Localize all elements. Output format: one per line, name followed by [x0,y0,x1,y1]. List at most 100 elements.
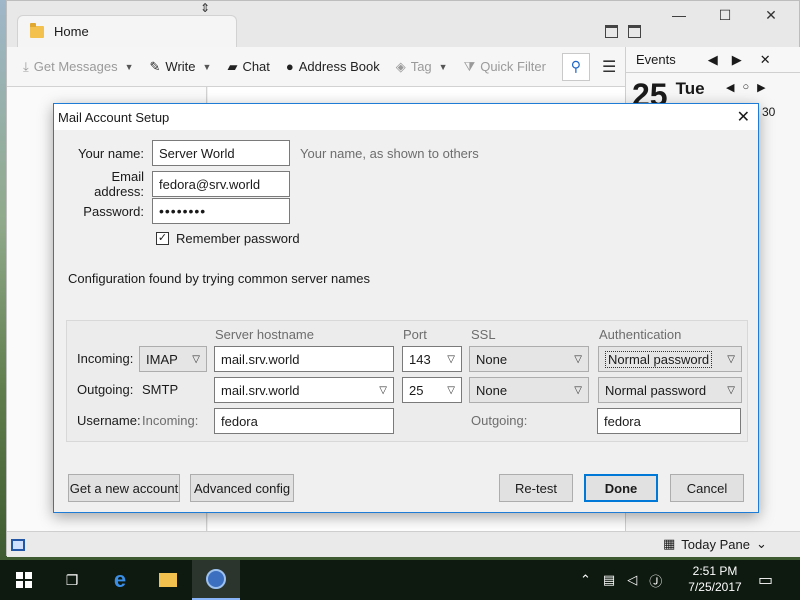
password-label: Password: [83,203,144,219]
folder-icon [30,22,44,38]
tag-label: Tag [410,59,432,74]
chat-button[interactable]: ▰ Chat [219,53,277,81]
incoming-port-value: 143 [409,351,431,367]
close-window-icon[interactable]: ✕ [761,7,781,24]
search-icon[interactable]: ⚲ [561,52,590,81]
arrow-right-icon[interactable]: ▶ [757,81,765,94]
close-icon[interactable]: ✕ [737,107,750,127]
username-label: Username: [77,413,141,428]
input-method-icon[interactable]: Ⓙ [649,571,662,590]
username-outgoing-value: fedora [604,413,641,429]
chevron-down-icon: ▽ [574,353,582,365]
name-field[interactable]: Server World [152,140,290,166]
email-field[interactable]: fedora@srv.world [152,171,290,197]
retest-button[interactable]: Re-test [499,474,573,502]
connection-icon[interactable] [11,538,25,551]
menu-icon[interactable]: ☰ [602,57,616,77]
advanced-config-button[interactable]: Advanced config [190,474,294,502]
name-label: Your name: [77,145,144,161]
edge-button[interactable]: e [96,560,144,600]
volume-icon[interactable]: ◁ [627,572,637,588]
outgoing-auth-value: Normal password [605,382,707,398]
incoming-ssl-value: None [476,351,508,367]
write-label: Write [165,59,196,74]
minimize-icon[interactable]: — [669,7,689,23]
chevron-down-icon: ⌄ [755,536,767,551]
get-new-account-button[interactable]: Get a new account [68,474,180,502]
today-pane-toggle[interactable]: ▦ Today Pane ⌄ [663,536,767,552]
chat-label: Chat [242,59,270,74]
clock-time: 2:51 PM [692,564,738,578]
arrow-left-icon[interactable]: ◀ [726,81,734,94]
quick-filter-label: Quick Filter [480,59,546,74]
tag-button[interactable]: ◈ Tag ▼ [388,53,456,81]
calendar-icon[interactable] [605,25,618,38]
chevron-down-icon[interactable]: ▼ [203,62,212,72]
title-bar: Home ⇕ — ☐ ✕ [7,1,799,47]
events-nav: ◀ ▶ [708,52,742,68]
incoming-protocol-select[interactable]: IMAP ▽ [139,346,207,372]
network-icon[interactable]: ▤ [603,572,615,588]
chevron-up-icon[interactable]: ⌃ [580,572,591,588]
chat-bubble-icon: ▰ [227,58,238,74]
outgoing-port-select[interactable]: 25 ▽ [402,377,462,403]
clock[interactable]: 2:51 PM 7/25/2017 [680,563,750,595]
thunderbird-icon [206,569,226,589]
incoming-auth-select[interactable]: Normal password ▽ [598,346,742,372]
done-button[interactable]: Done [584,474,658,502]
today-pane-label: Today Pane [681,536,750,552]
remember-checkbox[interactable]: ✓ [156,232,169,245]
notification-icon[interactable]: ▭ [758,570,773,590]
incoming-protocol-value: IMAP [146,351,178,367]
write-button[interactable]: ✎ Write ▼ [142,53,220,81]
outgoing-label: Outgoing: [77,382,134,397]
chevron-down-icon: ▽ [192,353,200,365]
thunderbird-taskbar-button[interactable] [192,560,240,600]
cancel-button[interactable]: Cancel [670,474,744,502]
quick-filter-button[interactable]: ⧩ Quick Filter [456,53,554,81]
col-hostname: Server hostname [215,327,314,342]
chevron-down-icon: ▽ [727,384,735,396]
mini-nav: ◀ ○ ▶ [726,81,766,94]
chevron-down-icon: ▼ [438,61,448,72]
incoming-port-select[interactable]: 143 ▽ [402,346,462,372]
username-outgoing-field[interactable]: fedora [597,408,741,434]
outgoing-auth-select[interactable]: Normal password ▽ [598,377,742,403]
tab-label: Home [54,24,89,39]
remember-label: Remember password [176,231,300,246]
email-row: Email address: fedora@srv.world [64,169,290,199]
username-outgoing-label: Outgoing: [471,413,528,428]
arrow-right-icon[interactable]: ▶ [732,52,742,68]
start-button[interactable] [0,560,48,600]
system-tray: ⌃ ▤ ◁ Ⓙ [580,560,662,600]
chevron-down-icon[interactable]: ▼ [125,62,134,72]
chevron-down-icon: ▽ [447,384,455,396]
chevron-down-icon: ▽ [727,353,735,365]
incoming-label: Incoming: [77,351,134,366]
address-book-label: Address Book [298,59,380,74]
file-explorer-button[interactable] [144,560,192,600]
outgoing-ssl-select[interactable]: None ▽ [469,377,589,403]
maximize-icon[interactable]: ☐ [715,7,735,24]
get-messages-button[interactable]: ⤓ Get Messages ▼ [15,53,142,81]
edge-icon: e [113,567,127,592]
config-message: Configuration found by trying common ser… [68,271,371,286]
circle-icon[interactable]: ○ [742,81,749,94]
close-icon[interactable]: ✕ [760,52,771,68]
address-book-button[interactable]: ● Address Book [278,53,388,81]
task-view-icon: ❐ [65,571,79,588]
tasks-icon[interactable] [628,25,641,38]
task-view-button[interactable]: ❐ [48,560,96,600]
incoming-ssl-select[interactable]: None ▽ [469,346,589,372]
incoming-hostname-field[interactable]: mail.srv.world [214,346,394,372]
tab-home[interactable]: Home [17,15,237,47]
outgoing-hostname-select[interactable]: mail.srv.world ▽ [214,377,394,403]
status-bar: ▦ Today Pane ⌄ [7,531,800,557]
arrow-left-icon[interactable]: ◀ [708,52,718,68]
outgoing-ssl-value: None [476,382,508,398]
get-messages-label: Get Messages [33,59,118,74]
mail-account-setup-dialog: Mail Account Setup ✕ Your name: Server W… [53,103,759,513]
password-field[interactable]: •••••••• [152,198,290,224]
username-incoming-field[interactable]: fedora [214,408,394,434]
events-header: Events ◀ ▶ ✕ [626,47,800,73]
